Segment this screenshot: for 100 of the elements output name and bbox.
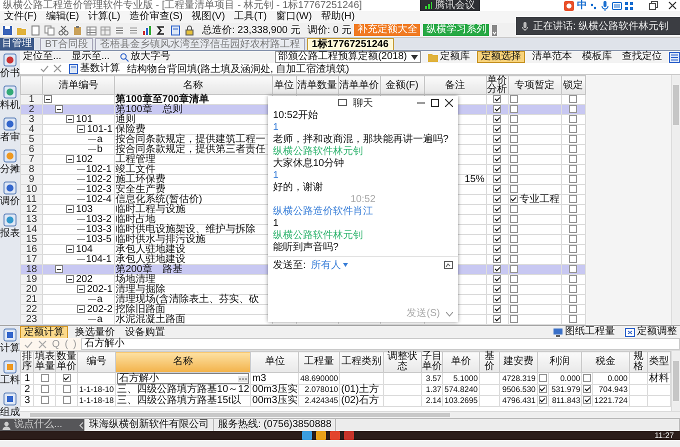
tree-toggle-icon[interactable] xyxy=(66,245,74,254)
checkbox[interactable] xyxy=(583,374,592,382)
quota-set-dropdown[interactable]: 部颁公路工程预算定额(2018) xyxy=(275,51,421,63)
checkbox[interactable] xyxy=(493,95,502,104)
cut-icon[interactable] xyxy=(58,24,69,36)
checkbox[interactable] xyxy=(510,195,518,204)
check-icon[interactable] xyxy=(24,340,33,348)
column-header[interactable]: 备注 xyxy=(424,76,486,94)
checkbox[interactable] xyxy=(493,145,502,154)
checkbox[interactable] xyxy=(569,205,578,214)
checkbox[interactable] xyxy=(493,235,502,244)
checkbox[interactable] xyxy=(510,185,518,194)
module-label[interactable]: 报表 xyxy=(0,228,20,239)
module-icon[interactable] xyxy=(3,360,17,374)
checkbox[interactable] xyxy=(510,265,518,274)
toolbar-button[interactable]: 模板库 xyxy=(579,51,615,63)
menu-item[interactable]: 视图(V) xyxy=(192,11,226,23)
app-icon[interactable] xyxy=(344,431,354,440)
checkbox[interactable] xyxy=(493,135,502,144)
menu-item[interactable]: 窗口(W) xyxy=(276,11,312,23)
checkbox[interactable] xyxy=(510,215,518,224)
checkbox[interactable] xyxy=(583,396,592,404)
tree-toggle-icon[interactable] xyxy=(77,125,85,134)
column-header[interactable]: 单位 xyxy=(250,352,299,372)
document-tab[interactable]: 1标17767251246 xyxy=(306,38,394,50)
checkbox[interactable] xyxy=(510,155,518,164)
checkbox[interactable] xyxy=(510,205,518,214)
formula-field[interactable]: 石方解小 xyxy=(81,338,680,350)
column-header[interactable]: 填表单量 xyxy=(34,352,56,372)
module-icon[interactable] xyxy=(3,213,17,227)
checkbox[interactable] xyxy=(569,305,578,314)
panel-tab[interactable]: 换选量价 xyxy=(72,326,118,338)
locate-button[interactable]: 定位至... xyxy=(20,51,64,63)
toolbar-button[interactable]: 查找定位 xyxy=(619,51,665,63)
check-icon[interactable] xyxy=(40,64,49,73)
column-header[interactable]: 锁定 xyxy=(561,76,586,94)
checkbox[interactable] xyxy=(569,315,578,324)
checkbox[interactable] xyxy=(493,115,502,124)
tree-toggle-icon[interactable] xyxy=(55,105,63,114)
checkbox[interactable] xyxy=(510,135,518,144)
app-icon[interactable] xyxy=(302,431,312,440)
checkbox[interactable] xyxy=(510,225,518,234)
cross-icon[interactable] xyxy=(38,340,47,348)
column-header[interactable]: 子目单价 xyxy=(421,352,443,372)
column-header[interactable]: 清单单价 xyxy=(338,76,380,94)
maximize-icon[interactable] xyxy=(431,99,439,107)
tree-toggle-icon[interactable] xyxy=(66,205,74,214)
checkbox[interactable] xyxy=(569,195,578,204)
checkbox[interactable] xyxy=(510,95,518,104)
panel-tab[interactable]: 定额计算 xyxy=(20,326,68,338)
name-field[interactable]: 石方解小 xyxy=(117,373,250,384)
checkbox[interactable] xyxy=(569,295,578,304)
column-header[interactable]: 调整状态 xyxy=(383,352,422,372)
more-icon[interactable] xyxy=(238,376,248,382)
checkbox[interactable] xyxy=(493,255,502,264)
checkbox[interactable] xyxy=(569,105,578,114)
checkbox[interactable] xyxy=(40,374,49,382)
caret-icon[interactable] xyxy=(446,312,453,316)
checkbox[interactable] xyxy=(493,205,502,214)
collapse-icon[interactable] xyxy=(79,422,84,428)
checkbox[interactable] xyxy=(569,155,578,164)
module-icon[interactable] xyxy=(3,117,17,131)
checkbox[interactable] xyxy=(569,135,578,144)
column-header[interactable]: 名称 xyxy=(116,352,251,372)
column-header[interactable]: 单价 xyxy=(442,352,480,372)
overflow-icon[interactable] xyxy=(492,24,498,36)
module-label[interactable]: 料机 xyxy=(0,100,20,111)
column-header[interactable]: 单价分析 xyxy=(486,76,508,94)
column-header[interactable]: 工程类别 xyxy=(340,352,384,372)
module-icon[interactable] xyxy=(3,85,17,99)
app-icon[interactable] xyxy=(316,431,326,440)
tool-button[interactable]: 定额调整 xyxy=(622,326,680,338)
sum-icon[interactable] xyxy=(156,24,167,36)
panel-icon[interactable] xyxy=(669,52,680,62)
checkbox[interactable] xyxy=(569,225,578,234)
save-icon[interactable] xyxy=(2,24,13,36)
column-header[interactable]: 编号 xyxy=(78,352,116,372)
column-header[interactable]: 工程量 xyxy=(298,352,340,372)
tree-toggle-icon[interactable] xyxy=(66,275,74,284)
checkbox[interactable] xyxy=(510,145,518,154)
checkbox[interactable] xyxy=(569,235,578,244)
column-header[interactable]: 金额(F) xyxy=(380,76,424,94)
column-header[interactable]: 专项暂定 xyxy=(508,76,562,94)
checkbox[interactable] xyxy=(569,115,578,124)
checkbox[interactable] xyxy=(493,165,502,174)
checkbox[interactable] xyxy=(493,225,502,234)
checkbox[interactable] xyxy=(510,295,518,304)
checkbox[interactable] xyxy=(40,396,49,404)
tree-toggle-icon[interactable] xyxy=(77,285,85,294)
keyboard-icon[interactable] xyxy=(612,2,622,10)
checkbox[interactable] xyxy=(493,185,502,194)
grid-icon[interactable] xyxy=(625,2,633,10)
checkbox[interactable] xyxy=(493,125,502,134)
document-icon[interactable] xyxy=(30,24,41,36)
checkbox[interactable] xyxy=(493,295,502,304)
checkbox[interactable] xyxy=(569,145,578,154)
checkbox[interactable] xyxy=(510,315,518,324)
checkbox[interactable] xyxy=(510,235,518,244)
checkbox[interactable] xyxy=(510,305,518,314)
checkbox[interactable] xyxy=(510,245,518,254)
